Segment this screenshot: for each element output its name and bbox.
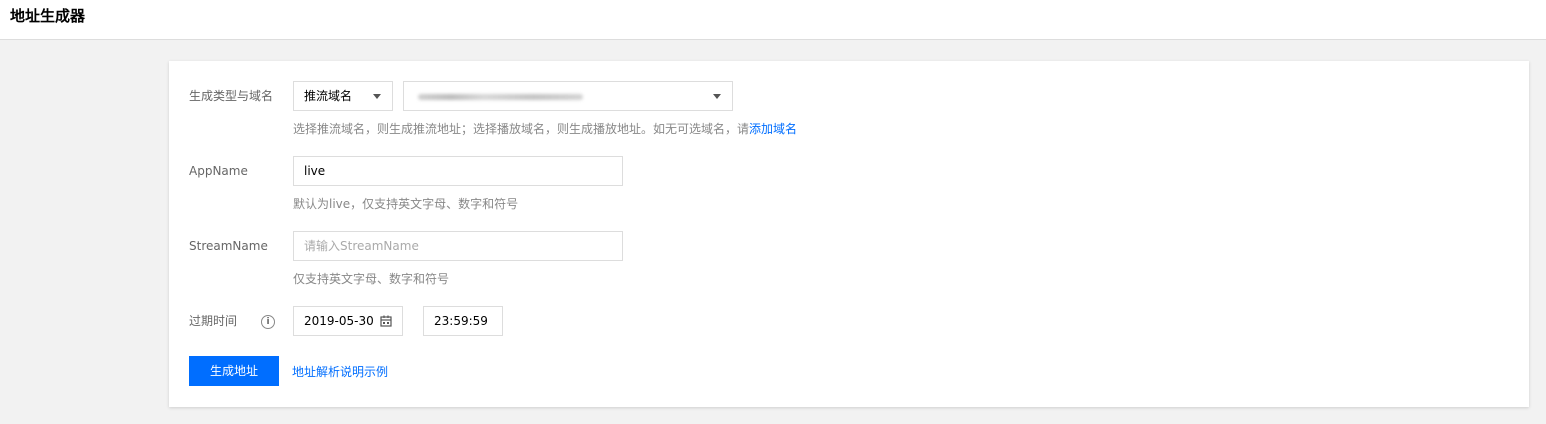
page-title: 地址生成器 [10,7,86,25]
type-domain-label: 生成类型与域名 [189,89,274,103]
stream-name-hint: 仅支持英文字母、数字和符号 [293,272,450,286]
expire-time-value: 23:59:59 [434,314,488,328]
type-domain-hint: 选择推流域名，则生成推流地址；选择播放域名，则生成播放地址。如无可选域名，请添加… [293,121,797,137]
stream-name-input[interactable]: 请输入StreamName [293,231,623,261]
app-name-hint: 默认为live，仅支持英文字母、数字和符号 [293,197,519,211]
type-domain-hint-text: 选择推流域名，则生成推流地址；选择播放域名，则生成播放地址。如无可选域名，请 [293,122,750,136]
top-bar: 地址生成器 [0,0,1546,40]
add-domain-link[interactable]: 添加域名 [749,122,797,136]
chevron-down-icon [373,94,381,99]
expire-time-input[interactable]: 23:59:59 [423,306,503,336]
domain-select[interactable] [403,81,733,111]
expire-date-value: 2019-05-30 [304,314,374,328]
app-name-input[interactable]: live [293,156,623,186]
info-icon[interactable]: i [261,315,275,329]
generate-address-button[interactable]: 生成地址 [189,356,279,386]
stream-name-label: StreamName [189,239,268,253]
expire-label: 过期时间 [189,314,238,328]
expire-date-picker[interactable]: 2019-05-30 [293,306,403,336]
generator-card: 生成类型与域名 推流域名 选择推流域名，则生成推流地址；选择播放域名，则生成播放… [169,61,1529,407]
app-name-label: AppName [189,164,248,178]
stream-type-select[interactable]: 推流域名 [293,81,393,111]
chevron-down-icon [713,94,721,99]
address-example-link[interactable]: 地址解析说明示例 [292,364,388,380]
calendar-icon [380,315,392,327]
domain-value-blurred [418,94,583,100]
app-name-value: live [304,164,326,178]
stream-type-value: 推流域名 [304,89,353,103]
stream-name-placeholder: 请输入StreamName [304,239,419,253]
